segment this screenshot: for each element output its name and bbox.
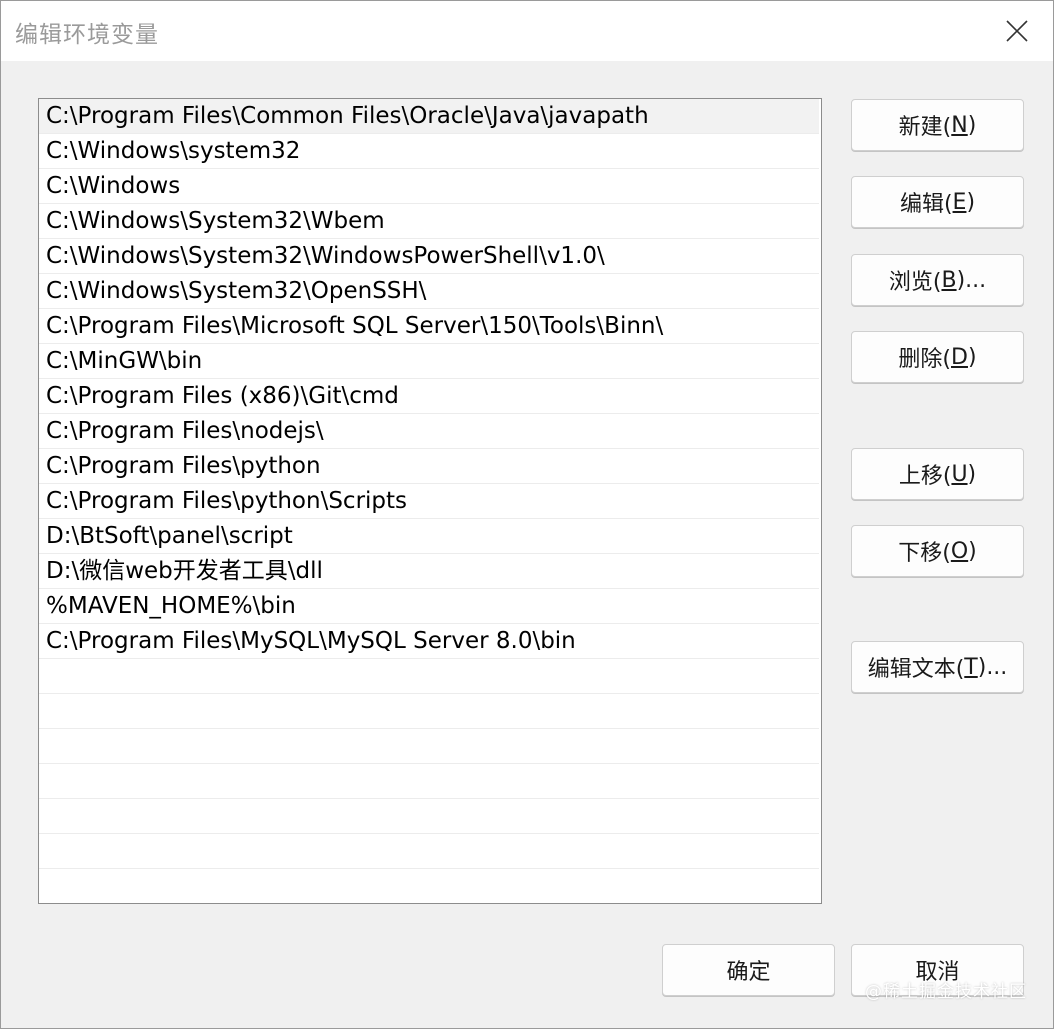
list-item[interactable]: C:\Program Files\python — [39, 449, 819, 484]
empty-list-row[interactable] — [39, 764, 819, 799]
browse-button[interactable]: 浏览(B)... — [851, 254, 1024, 306]
empty-list-row[interactable] — [39, 729, 819, 764]
list-item[interactable]: C:\Windows — [39, 169, 819, 204]
move-up-button-suffix: ) — [967, 461, 977, 487]
list-item[interactable]: C:\Windows\System32\Wbem — [39, 204, 819, 239]
list-item[interactable]: D:\BtSoft\panel\script — [39, 519, 819, 554]
delete-button-label: 删除( — [898, 347, 952, 372]
new-button[interactable]: 新建(N) — [851, 99, 1024, 151]
move-up-button[interactable]: 上移(U) — [851, 448, 1024, 500]
list-item[interactable]: D:\微信web开发者工具\dll — [39, 554, 819, 589]
list-item[interactable]: C:\Program Files\Microsoft SQL Server\15… — [39, 309, 819, 344]
close-icon — [1006, 20, 1028, 42]
path-list[interactable]: C:\Program Files\Common Files\Oracle\Jav… — [38, 98, 822, 904]
browse-button-suffix: )... — [956, 267, 987, 293]
delete-button-key: D — [951, 344, 968, 370]
dialog-title: 编辑环境变量 — [15, 22, 159, 48]
edit-button[interactable]: 编辑(E) — [851, 176, 1024, 228]
list-item[interactable]: C:\MinGW\bin — [39, 344, 819, 379]
browse-button-key: B — [941, 267, 957, 293]
list-item[interactable]: C:\Windows\System32\OpenSSH\ — [39, 274, 819, 309]
move-up-button-key: U — [951, 461, 968, 487]
move-down-button[interactable]: 下移(O) — [851, 525, 1024, 577]
move-down-button-label: 下移( — [898, 541, 951, 566]
list-item[interactable]: C:\Program Files (x86)\Git\cmd — [39, 379, 819, 414]
empty-list-row[interactable] — [39, 869, 819, 903]
browse-button-label: 浏览( — [888, 270, 942, 295]
edit-text-button[interactable]: 编辑文本(T)... — [851, 641, 1024, 693]
move-down-button-suffix: ) — [968, 538, 977, 564]
edit-text-button-key: T — [964, 654, 978, 680]
move-up-button-label: 上移( — [898, 464, 952, 489]
watermark: @稀土掘金技术社区 — [865, 982, 1027, 1002]
edit-text-button-label: 编辑文本( — [867, 657, 965, 682]
list-item[interactable]: %MAVEN_HOME%\bin — [39, 589, 819, 624]
edit-button-suffix: ) — [966, 189, 976, 215]
empty-list-row[interactable] — [39, 799, 819, 834]
new-button-label: 新建( — [898, 115, 952, 140]
empty-list-row[interactable] — [39, 694, 819, 729]
title-bar: 编辑环境变量 — [1, 1, 1053, 61]
empty-list-row[interactable] — [39, 659, 819, 694]
delete-button-suffix: ) — [967, 344, 977, 370]
edit-button-key: E — [952, 189, 967, 215]
list-item[interactable]: C:\Windows\system32 — [39, 134, 819, 169]
ok-button-label: 确定 — [726, 960, 771, 985]
list-item[interactable]: C:\Program Files\python\Scripts — [39, 484, 819, 519]
new-button-suffix: ) — [967, 112, 977, 138]
list-item[interactable]: C:\Program Files\Common Files\Oracle\Jav… — [39, 99, 819, 134]
list-item[interactable]: C:\Program Files\MySQL\MySQL Server 8.0\… — [39, 624, 819, 659]
delete-button[interactable]: 删除(D) — [851, 331, 1024, 383]
ok-button[interactable]: 确定 — [662, 944, 835, 996]
empty-list-row[interactable] — [39, 834, 819, 869]
edit-text-button-suffix: )... — [977, 654, 1008, 680]
list-item[interactable]: C:\Windows\System32\WindowsPowerShell\v1… — [39, 239, 819, 274]
new-button-key: N — [951, 112, 968, 138]
close-button[interactable] — [981, 1, 1053, 61]
edit-env-var-dialog: 编辑环境变量 C:\Program Files\Common Files\Ora… — [0, 0, 1054, 1029]
move-down-button-key: O — [950, 538, 969, 564]
list-item[interactable]: C:\Program Files\nodejs\ — [39, 414, 819, 449]
edit-button-label: 编辑( — [899, 192, 953, 217]
